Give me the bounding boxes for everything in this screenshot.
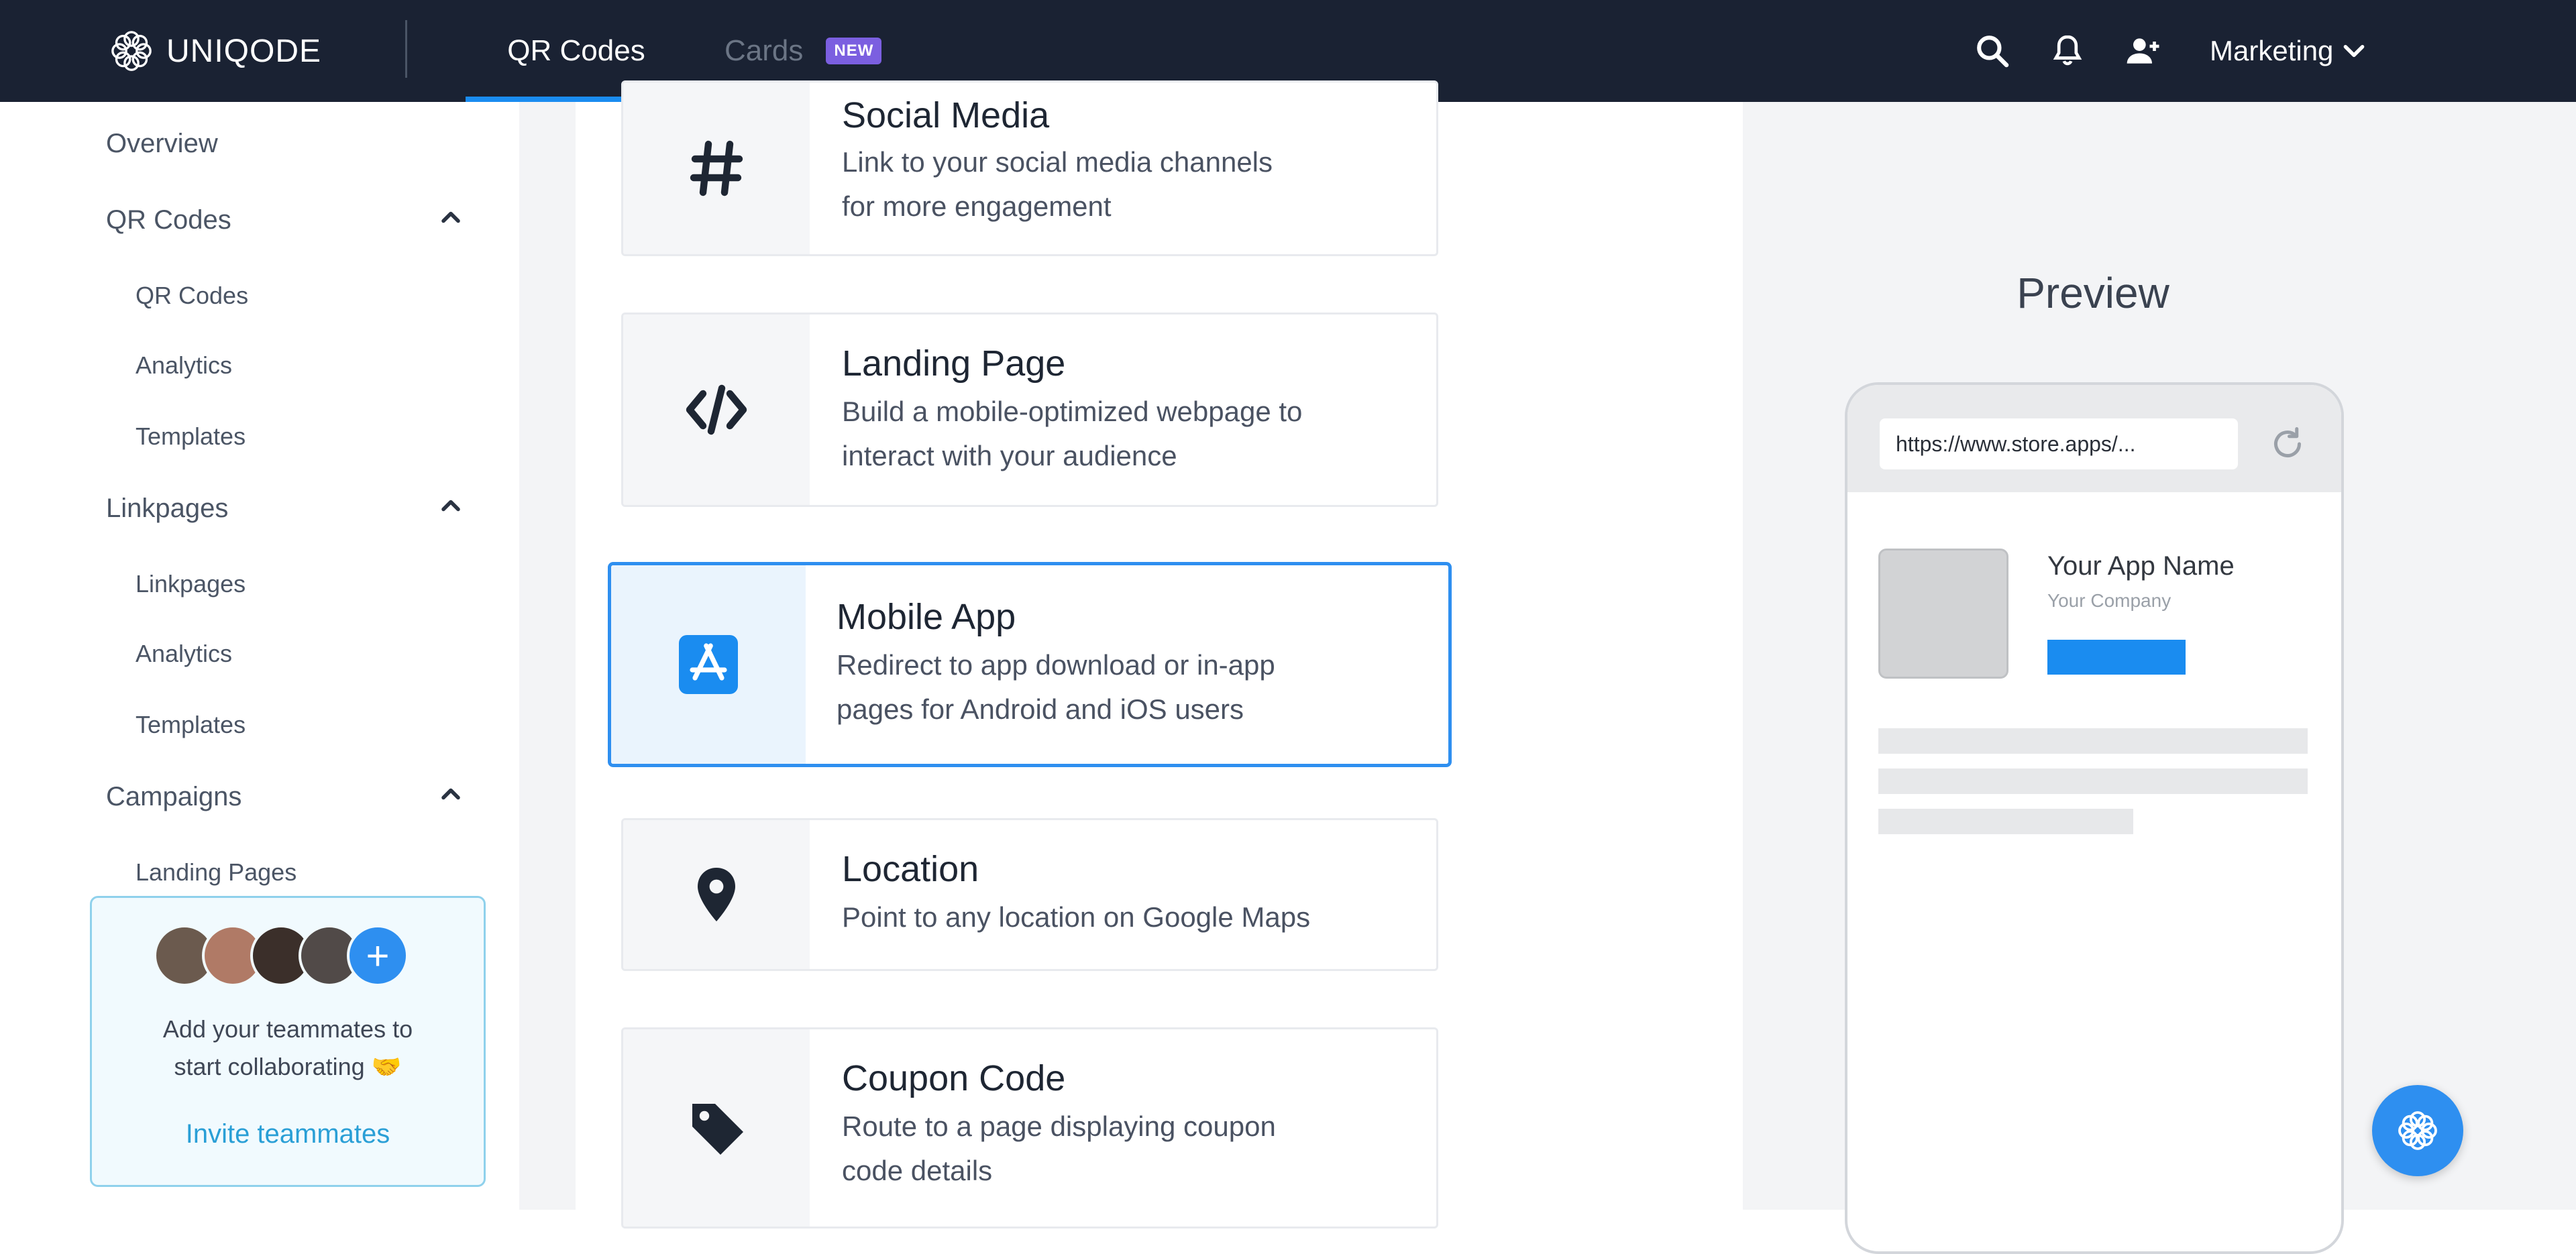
card-desc-line: Redirect to app download or in-app — [837, 649, 1275, 681]
preview-title: Preview — [2017, 269, 2169, 317]
uniqode-logo-icon — [2398, 1111, 2437, 1150]
app-company: Your Company — [2047, 590, 2171, 611]
app-download-button — [2047, 640, 2186, 675]
chevron-up-icon[interactable] — [436, 779, 466, 809]
sidebar-item-analytics[interactable]: Analytics — [136, 640, 232, 668]
sidebar-item-linkpages[interactable]: Linkpages — [136, 570, 246, 598]
card-icon-area — [623, 315, 810, 505]
card-desc-line: interact with your audience — [842, 440, 1177, 471]
card-icon-area — [623, 82, 810, 254]
card-icon-area — [623, 820, 810, 969]
sidebar-section-linkpages[interactable]: Linkpages — [106, 494, 228, 524]
app-icon-placeholder — [1878, 549, 2008, 679]
help-chat-button[interactable] — [2372, 1085, 2463, 1176]
card-desc-line: Build a mobile-optimized webpage to — [842, 396, 1303, 427]
sidebar-item-templates[interactable]: Templates — [136, 711, 246, 739]
new-badge: NEW — [826, 38, 882, 64]
chevron-down-icon — [2344, 44, 2365, 58]
brand-name: UNIQODE — [166, 33, 322, 69]
card-desc-line: Route to a page displaying coupon — [842, 1110, 1276, 1142]
tab-label: QR Codes — [507, 34, 645, 67]
card-description: Redirect to app download or in-app pages… — [837, 643, 1413, 732]
qr-type-card-landing-page[interactable]: Landing Page Build a mobile-optimized we… — [621, 312, 1438, 507]
sidebar-item-qr-codes[interactable]: QR Codes — [136, 282, 248, 310]
card-icon-area — [611, 565, 806, 764]
sidebar-item-analytics[interactable]: Analytics — [136, 351, 232, 380]
card-title: Coupon Code — [842, 1058, 1066, 1098]
teammate-avatars: + — [154, 925, 409, 989]
qr-type-card-location[interactable]: Location Point to any location on Google… — [621, 818, 1438, 971]
card-title: Landing Page — [842, 343, 1066, 384]
app-store-icon — [679, 635, 738, 694]
sidebar-item-templates[interactable]: Templates — [136, 422, 246, 451]
card-description: Point to any location on Google Maps — [842, 895, 1419, 939]
phone-mockup: https://www.store.apps/... Your App Name… — [1845, 382, 2344, 1254]
card-icon-area — [623, 1029, 810, 1227]
add-teammate-icon[interactable]: + — [347, 925, 409, 986]
account-dropdown[interactable]: Marketing — [2210, 30, 2367, 72]
uniqode-logo-icon — [111, 31, 152, 71]
qr-type-card-social-media[interactable]: Social Media Link to your social media c… — [621, 80, 1438, 256]
app-name: Your App Name — [2047, 551, 2235, 581]
card-desc-line: for more engagement — [842, 190, 1112, 222]
tab-label: Cards — [724, 34, 804, 67]
hash-icon — [690, 140, 743, 196]
card-description: Link to your social media channels for m… — [842, 140, 1419, 229]
code-icon — [686, 384, 747, 435]
card-desc-line: code details — [842, 1155, 993, 1186]
chevron-up-icon[interactable] — [436, 203, 466, 232]
bell-icon[interactable] — [2049, 32, 2086, 70]
placeholder-line — [1878, 728, 2308, 754]
invite-teammates-card: + Add your teammates to start collaborat… — [90, 896, 486, 1187]
qr-type-card-mobile-app[interactable]: Mobile App Redirect to app download or i… — [608, 562, 1452, 767]
url-field: https://www.store.apps/... — [1880, 418, 2238, 469]
invite-text-line: start collaborating 🤝 — [174, 1053, 402, 1080]
qr-type-card-coupon-code[interactable]: Coupon Code Route to a page displaying c… — [621, 1027, 1438, 1229]
placeholder-line — [1878, 809, 2133, 834]
card-description: Build a mobile-optimized webpage to inte… — [842, 390, 1419, 478]
chevron-up-icon[interactable] — [436, 491, 466, 520]
invite-teammates-link[interactable]: Invite teammates — [92, 1119, 484, 1149]
navbar-divider — [405, 20, 407, 78]
search-icon[interactable] — [1974, 32, 2011, 70]
account-label: Marketing — [2210, 35, 2334, 66]
sidebar-item-landing-pages[interactable]: Landing Pages — [136, 858, 297, 887]
invite-message: Add your teammates to start collaboratin… — [92, 1011, 484, 1086]
card-title: Social Media — [842, 95, 1050, 135]
card-description: Route to a page displaying coupon code d… — [842, 1104, 1419, 1193]
card-desc-line: pages for Android and iOS users — [837, 693, 1244, 725]
refresh-icon — [2267, 424, 2308, 464]
sidebar-section-qr-codes[interactable]: QR Codes — [106, 205, 231, 235]
sidebar-gutter — [519, 102, 576, 1210]
location-pin-icon — [698, 868, 735, 921]
card-desc-line: Point to any location on Google Maps — [842, 901, 1311, 933]
card-title: Location — [842, 849, 979, 889]
placeholder-line — [1878, 768, 2308, 794]
invite-text-line: Add your teammates to — [162, 1015, 413, 1043]
card-desc-line: Link to your social media channels — [842, 146, 1273, 178]
add-user-icon[interactable] — [2124, 32, 2161, 70]
sidebar-item-overview[interactable]: Overview — [106, 129, 218, 159]
brand-logo[interactable]: UNIQODE — [107, 24, 321, 78]
card-title: Mobile App — [837, 597, 1016, 637]
sidebar-section-campaigns[interactable]: Campaigns — [106, 782, 241, 812]
tag-icon — [692, 1104, 743, 1155]
